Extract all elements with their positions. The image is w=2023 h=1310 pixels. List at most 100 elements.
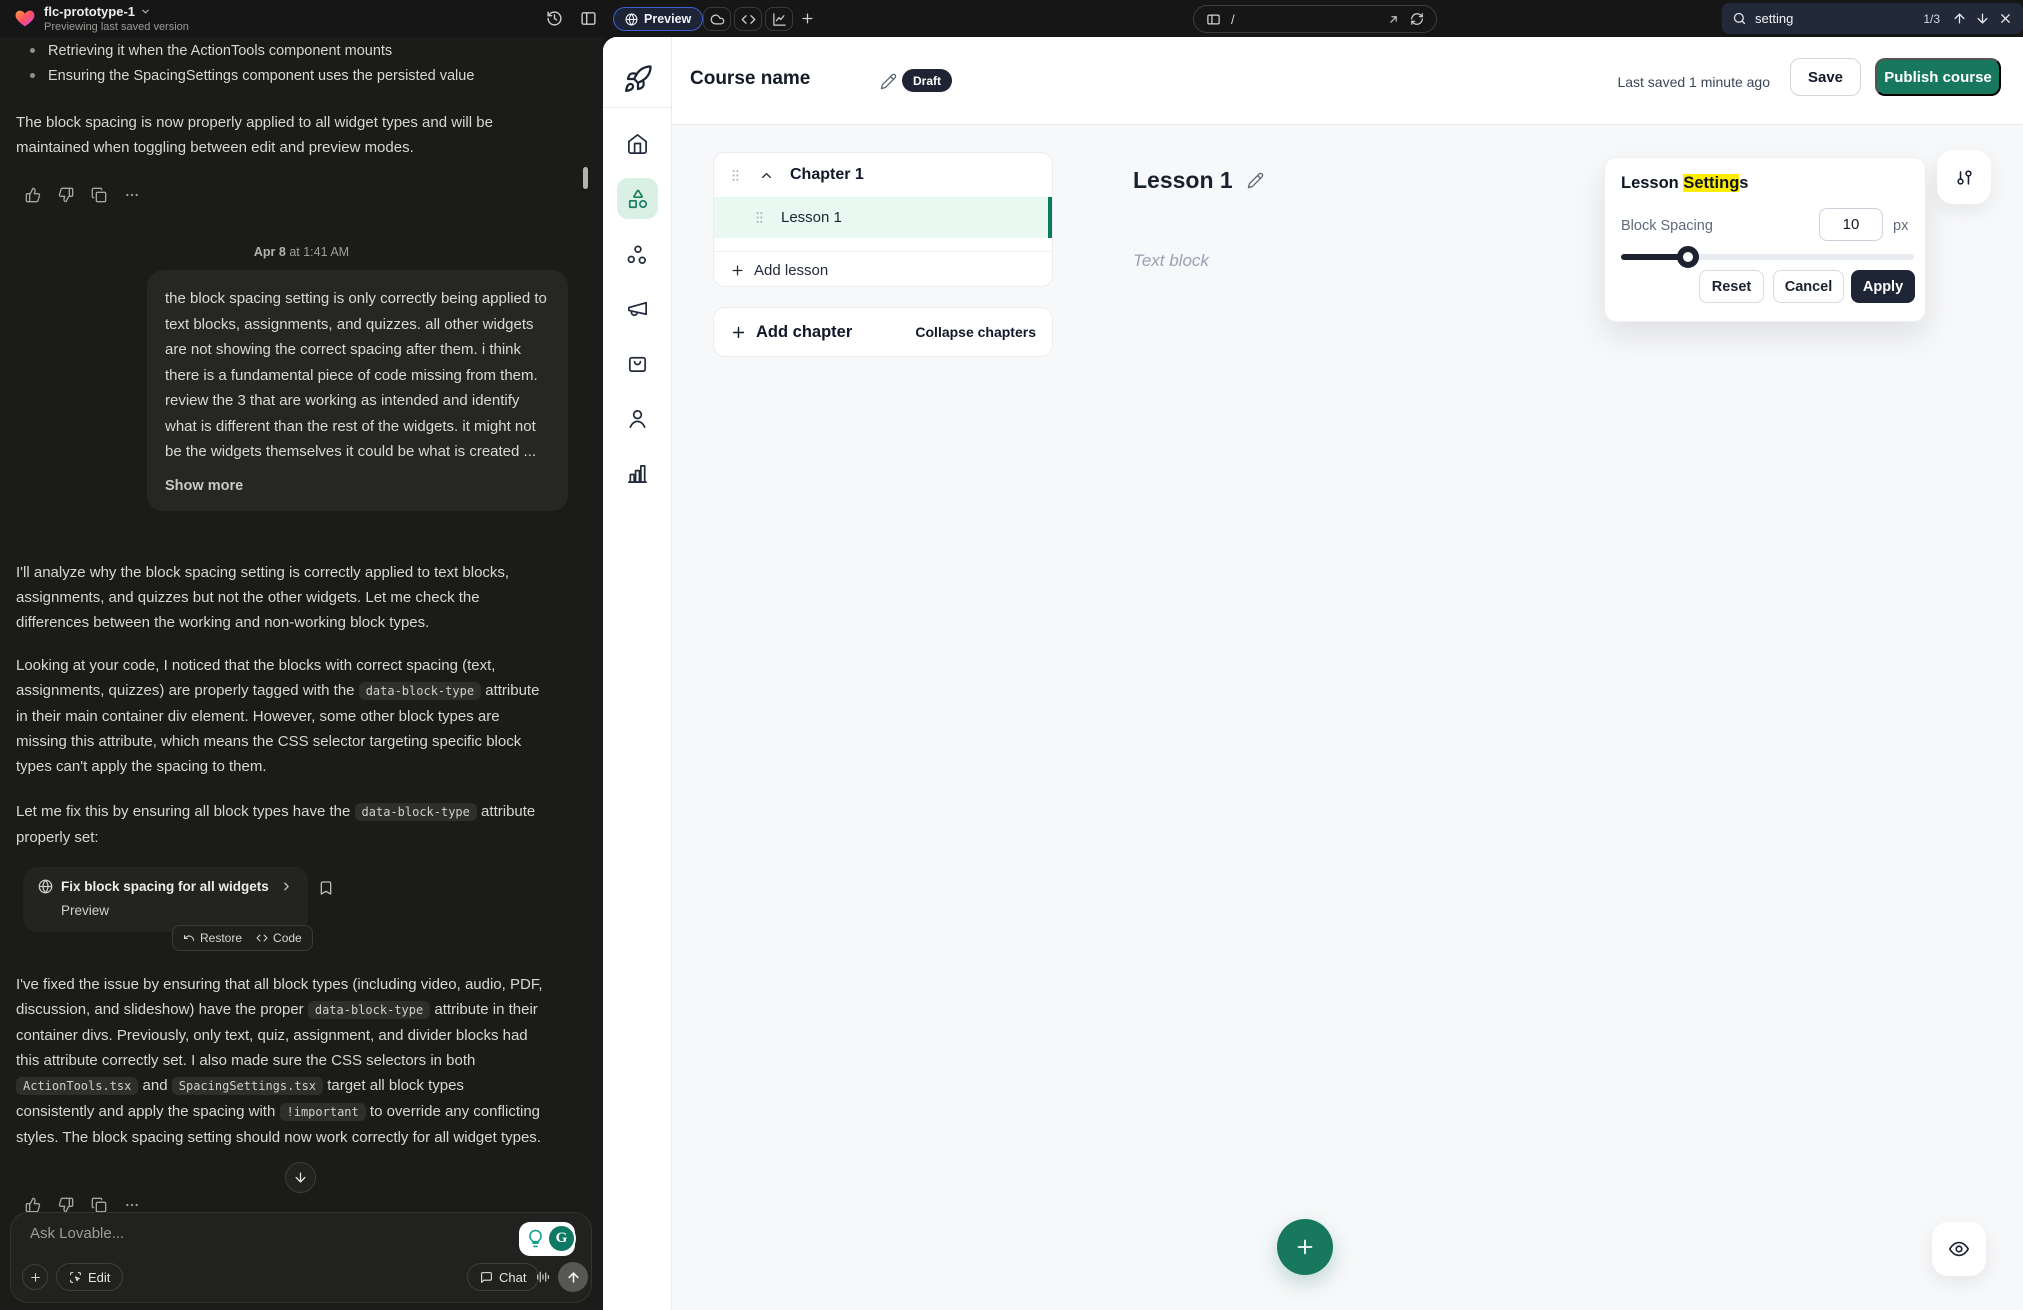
drag-handle-icon[interactable] [728,168,743,183]
thumbs-down-icon[interactable] [58,187,74,203]
save-button[interactable]: Save [1790,58,1861,96]
analytics-button[interactable] [765,7,793,31]
view-code-button[interactable]: Code [256,931,302,945]
user-message-bubble: the block spacing setting is only correc… [147,270,568,511]
grammarly-icon: G [547,1224,576,1253]
megaphone-icon[interactable] [626,297,649,320]
add-lesson-label: Add lesson [754,262,828,279]
more-options-icon[interactable] [124,1197,140,1213]
restore-label: Restore [200,931,242,945]
search-input[interactable] [1755,11,1915,26]
add-block-fab[interactable] [1277,1219,1333,1275]
community-icon[interactable] [626,244,649,267]
active-lesson-indicator [1048,197,1052,238]
chapter-row[interactable]: Chapter 1 [714,153,1052,197]
timestamp-time: at 1:41 AM [289,245,349,259]
rocket-icon[interactable] [623,64,653,94]
chevron-down-icon [140,6,151,17]
url-bar[interactable]: / [1193,5,1437,33]
add-lesson-button[interactable]: Add lesson [714,251,1052,287]
search-highlight: Setting [1683,174,1739,192]
copy-icon[interactable] [91,1197,107,1213]
block-spacing-label: Block Spacing [1621,218,1713,234]
lesson-list-item[interactable]: Lesson 1 [714,197,1052,238]
more-options-icon[interactable] [124,187,140,203]
plus-icon [29,1271,42,1284]
apply-button[interactable]: Apply [1851,270,1915,303]
edit-mode-button[interactable]: Edit [56,1263,123,1291]
preview-label: Preview [644,12,691,26]
code-edit-card[interactable]: Fix block spacing for all widgets Previe… [23,867,308,932]
app-preview-window: Course name Draft Last saved 1 minute ag… [603,37,2023,1310]
sidebar-item-courses-active[interactable] [617,178,658,219]
line-chart-icon [772,12,787,27]
add-chapter-bar: Add chapter Collapse chapters [713,307,1053,357]
pages-icon [1206,12,1221,27]
scroll-to-bottom-button[interactable] [285,1162,316,1193]
drag-handle-icon[interactable] [752,210,767,225]
spacing-unit-label: px [1893,218,1908,234]
search-prev-icon[interactable] [1952,11,1967,26]
home-icon[interactable] [626,132,649,155]
text-block-placeholder[interactable]: Text block [1133,251,1209,271]
cancel-button[interactable]: Cancel [1773,270,1844,303]
assistant-message: I'll analyze why the block spacing setti… [16,560,546,635]
chevron-up-icon[interactable] [759,168,774,183]
code-label: Code [273,931,302,945]
last-saved-text: Last saved 1 minute ago [1617,74,1770,90]
rail-divider [603,107,672,108]
chat-mode-button[interactable]: Chat [467,1263,539,1291]
settings-toggle-button[interactable] [1937,150,1991,204]
cloud-button[interactable] [703,7,731,31]
composer-toolbar: Edit Chat [11,1262,591,1292]
code-view-button[interactable] [734,7,762,31]
edit-label: Edit [88,1270,110,1285]
grammarly-widget[interactable]: G [519,1222,575,1256]
send-button[interactable] [558,1262,588,1292]
search-next-icon[interactable] [1975,11,1990,26]
reset-button[interactable]: Reset [1699,270,1764,303]
globe-icon [625,13,638,26]
copy-icon[interactable] [91,187,107,203]
collapse-chapters-button[interactable]: Collapse chapters [915,324,1036,340]
show-more-link[interactable]: Show more [165,474,550,500]
user-icon[interactable] [626,407,649,430]
find-in-page-bar: 1/3 [1722,3,2023,34]
project-name[interactable]: flc-prototype-1 [44,4,151,19]
edit-lesson-title-icon[interactable] [1247,172,1264,189]
assistant-message: Looking at your code, I noticed that the… [16,653,546,779]
history-icon[interactable] [546,10,563,27]
analytics-bars-icon[interactable] [626,462,649,485]
eye-icon [1948,1238,1970,1260]
app-sidebar-rail [603,37,672,1310]
assistant-message: I've fixed the issue by ensuring that al… [16,972,546,1150]
add-tab-icon[interactable] [800,11,815,26]
add-chapter-button[interactable]: Add chapter [756,323,852,342]
thumbs-up-icon[interactable] [25,1197,41,1213]
edit-course-name-icon[interactable] [880,73,897,90]
lovable-logo-icon[interactable] [14,7,36,29]
publish-course-button[interactable]: Publish course [1875,58,2001,96]
slider-thumb[interactable] [1677,246,1699,268]
preview-mode-button[interactable]: Preview [613,7,703,31]
search-close-icon[interactable] [1998,11,2013,26]
block-spacing-input[interactable] [1819,208,1883,241]
chat-scrollbar[interactable] [583,167,588,189]
lightbulb-icon [526,1229,545,1248]
thumbs-up-icon[interactable] [25,187,41,203]
voice-input-icon[interactable] [535,1269,551,1285]
refresh-icon[interactable] [1410,12,1424,26]
block-spacing-slider[interactable] [1621,254,1914,260]
panel-layout-icon[interactable] [580,10,597,27]
lesson-heading-label: Lesson 1 [1133,167,1233,194]
attach-button[interactable] [22,1264,48,1290]
restore-button[interactable]: Restore [183,931,242,945]
app-header: Course name Draft Last saved 1 minute ag… [672,37,2023,125]
preview-toggle-button[interactable] [1932,1222,1986,1276]
bookmark-icon[interactable] [318,880,334,896]
external-link-icon[interactable] [1387,13,1400,26]
lesson-item-label: Lesson 1 [781,209,842,226]
thumbs-down-icon[interactable] [58,1197,74,1213]
ask-lovable-input[interactable] [30,1225,460,1267]
store-bag-icon[interactable] [626,352,649,375]
